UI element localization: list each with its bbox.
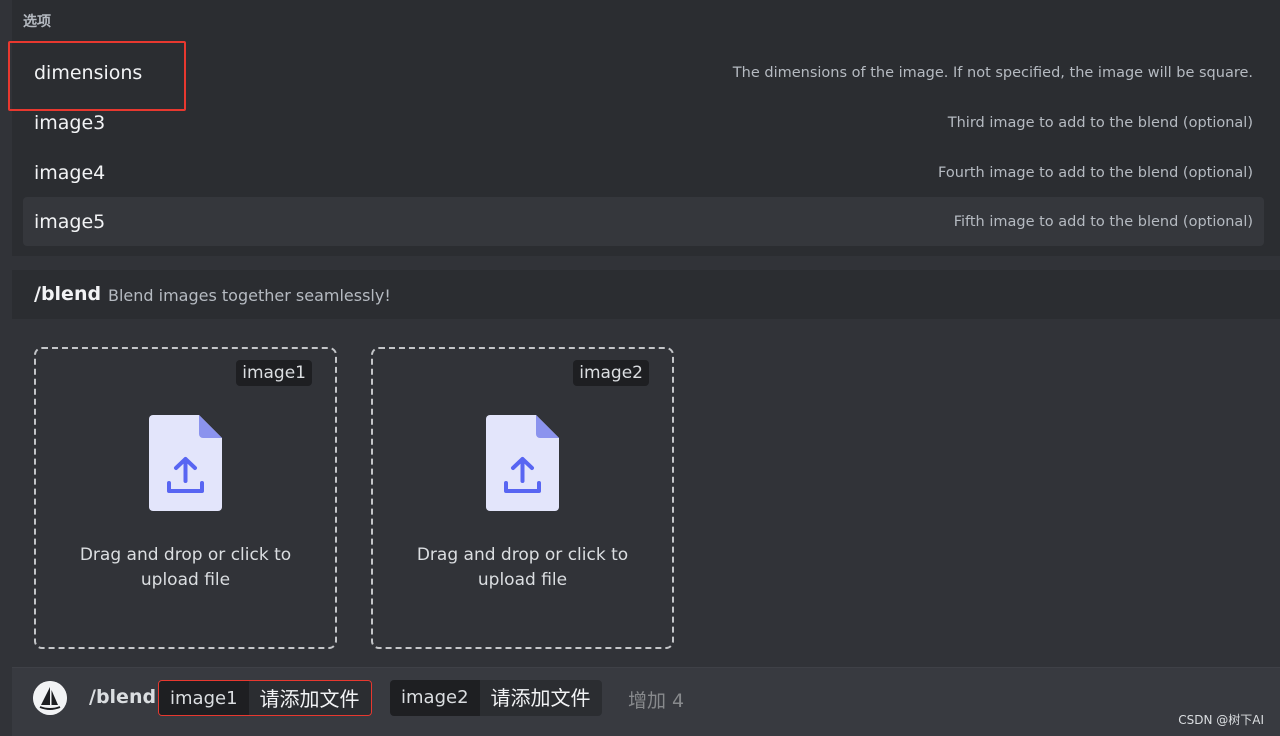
command-input-bar[interactable]: /blend image1 请添加文件 image2 请添加文件 增加 4 [12,668,1280,736]
param-chip-image2[interactable]: image2 请添加文件 [390,680,602,716]
file-upload-icon [149,415,222,511]
param-key: image1 [159,681,249,715]
app-root: 选项 dimensions The dimensions of the imag… [0,0,1280,736]
option-name: image5 [34,211,105,233]
command-name: /blend [34,283,101,305]
option-dimensions[interactable]: dimensions The dimensions of the image. … [23,48,1264,97]
param-key: image2 [390,680,480,716]
upload-area: image1 Drag and drop or click to upload … [12,319,1280,667]
option-description: Fifth image to add to the blend (optiona… [954,214,1253,230]
options-title: 选项 [23,11,51,31]
option-description: Third image to add to the blend (optiona… [948,115,1253,131]
input-command: /blend [89,686,156,708]
upload-hint-line2: upload file [373,568,672,593]
param-value: 请添加文件 [249,681,371,715]
upload-hint-line1: Drag and drop or click to [36,543,335,568]
option-name: dimensions [34,62,142,84]
upload-tag: image2 [573,360,649,386]
option-description: The dimensions of the image. If not spec… [733,65,1253,81]
add-more-options[interactable]: 增加 4 [628,686,684,713]
param-value: 请添加文件 [480,680,602,716]
option-name: image4 [34,162,105,184]
param-chip-image1[interactable]: image1 请添加文件 [158,680,372,716]
upload-hint: Drag and drop or click to upload file [36,543,335,593]
upload-dropzone-image1[interactable]: image1 Drag and drop or click to upload … [34,347,337,649]
options-panel: 选项 dimensions The dimensions of the imag… [12,0,1280,256]
command-description: Blend images together seamlessly! [108,286,391,305]
upload-dropzone-image2[interactable]: image2 Drag and drop or click to upload … [371,347,674,649]
command-header: /blend Blend images together seamlessly! [12,270,1280,319]
option-image5[interactable]: image5 Fifth image to add to the blend (… [23,197,1264,246]
upload-hint: Drag and drop or click to upload file [373,543,672,593]
midjourney-boat-icon [33,681,67,715]
separator [0,256,1280,270]
upload-hint-line2: upload file [36,568,335,593]
upload-tag: image1 [236,360,312,386]
option-description: Fourth image to add to the blend (option… [938,165,1253,181]
upload-hint-line1: Drag and drop or click to [373,543,672,568]
option-image4[interactable]: image4 Fourth image to add to the blend … [23,148,1264,197]
file-upload-icon [486,415,559,511]
watermark: CSDN @树下AI [1178,711,1264,728]
option-image3[interactable]: image3 Third image to add to the blend (… [23,98,1264,147]
option-name: image3 [34,112,105,134]
